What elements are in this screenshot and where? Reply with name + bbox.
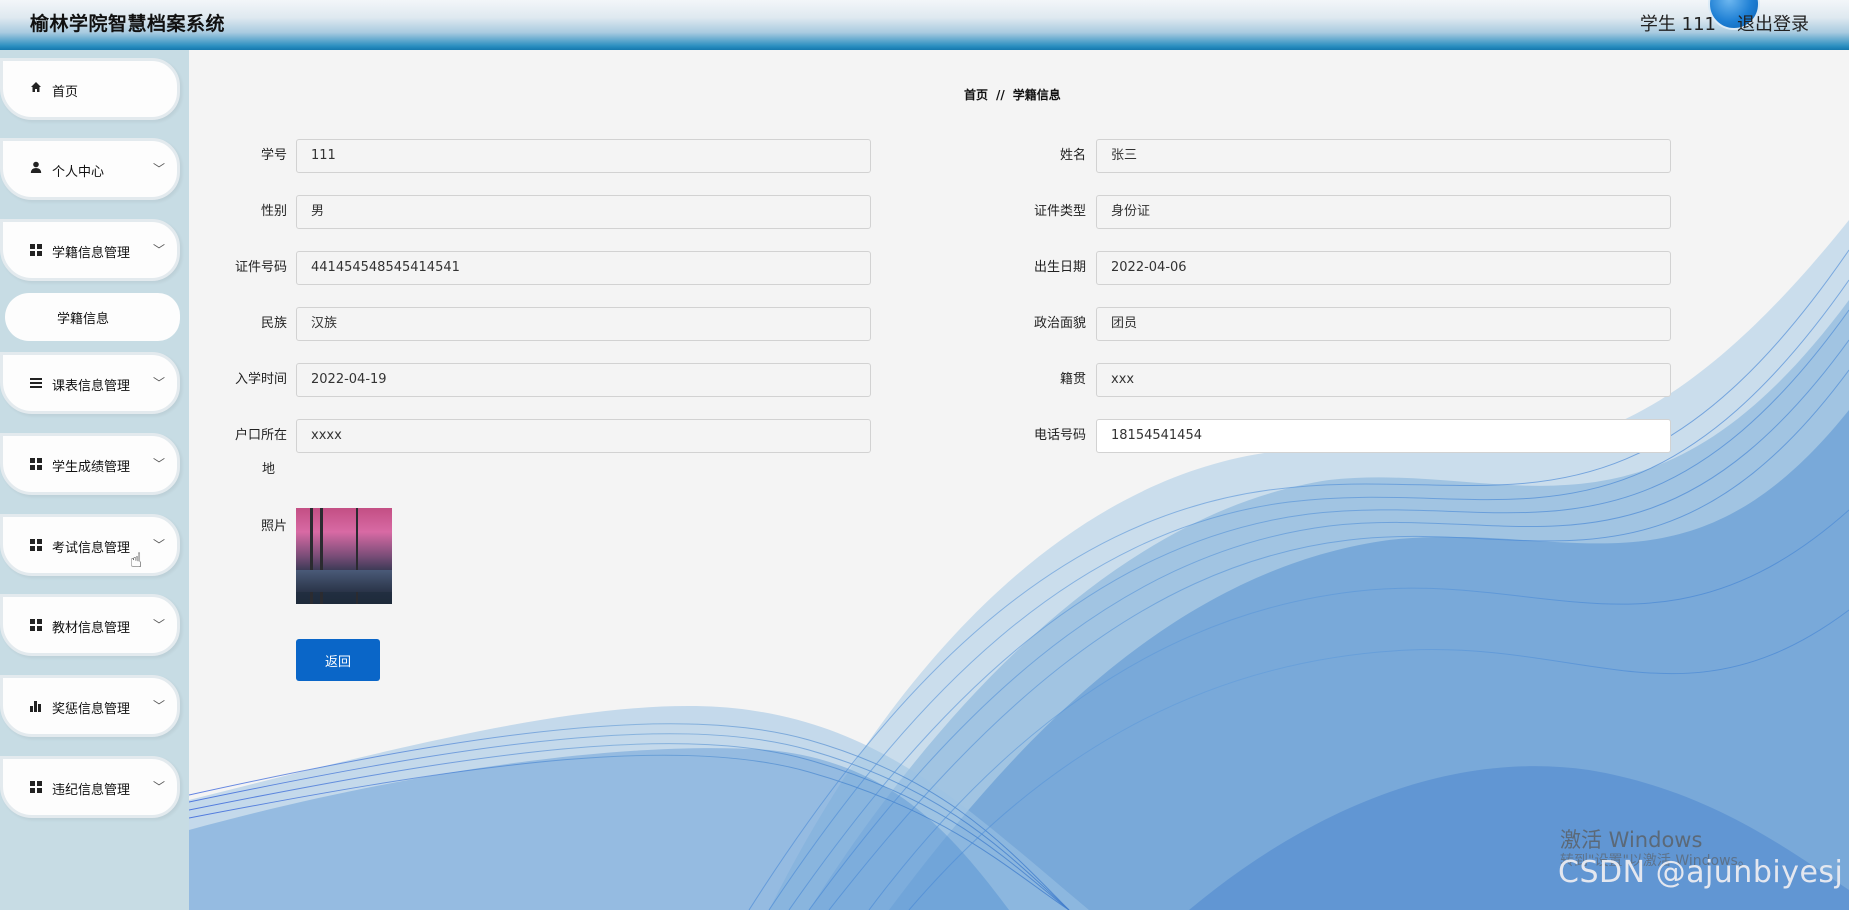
csdn-watermark: CSDN @ajunbiyesj: [1558, 855, 1844, 890]
id-type-label: 证件类型: [1033, 204, 1086, 219]
breadcrumb: 首页 // 学籍信息: [964, 86, 1061, 103]
enrollment-date-field[interactable]: 2022-04-19: [296, 363, 871, 397]
name-label: 姓名: [1059, 148, 1086, 163]
sidebar-item-label: 个人中心: [52, 165, 105, 180]
breadcrumb-current: 学籍信息: [1012, 88, 1061, 102]
native-place-label: 籍贯: [1059, 372, 1086, 387]
app-title: 榆林学院智慧档案系统: [30, 13, 226, 35]
grid-icon: [28, 242, 44, 258]
sidebar-item-textbooks[interactable]: 教材信息管理 ﹀: [0, 594, 180, 656]
sidebar-item-timetable[interactable]: 课表信息管理 ﹀: [0, 352, 180, 414]
breadcrumb-home[interactable]: 首页: [964, 88, 988, 102]
chevron-down-icon: ﹀: [152, 162, 165, 176]
home-icon: [28, 81, 44, 97]
id-number-field[interactable]: 441454548545414541: [296, 251, 871, 285]
sidebar-item-label: 学生成绩管理: [52, 460, 131, 475]
sidebar-item-rewards-penalties[interactable]: 奖惩信息管理 ﹀: [0, 675, 180, 737]
sidebar-item-label: 考试信息管理: [52, 541, 131, 556]
grid-icon: [28, 456, 44, 472]
sidebar-item-label: 课表信息管理: [52, 379, 131, 394]
chevron-down-icon: ﹀: [152, 243, 165, 257]
list-icon: [28, 375, 44, 391]
sidebar-item-home[interactable]: 首页: [0, 58, 180, 120]
id-type-field[interactable]: 身份证: [1096, 195, 1671, 229]
sidebar: 首页 个人中心 ﹀ 学籍信息管理 ﹀ 学籍信息 课表信息管理 ﹀ 学生成绩管理 …: [0, 50, 189, 910]
chevron-down-icon: ﹀: [152, 780, 165, 794]
sidebar-item-discipline[interactable]: 违纪信息管理 ﹀: [0, 756, 180, 818]
chevron-down-icon: ﹀: [152, 538, 165, 552]
ethnicity-field[interactable]: 汉族: [296, 307, 871, 341]
sidebar-item-label: 违纪信息管理: [52, 783, 131, 798]
household-location-label-line1: 户口所在: [234, 428, 287, 443]
sidebar-subitem-label: 学籍信息: [57, 312, 110, 327]
grid-icon: [28, 617, 44, 633]
birth-date-field[interactable]: 2022-04-06: [1096, 251, 1671, 285]
grid-icon: [28, 779, 44, 795]
logout-link[interactable]: 退出登录: [1737, 10, 1809, 36]
sidebar-item-label: 学籍信息管理: [52, 246, 131, 261]
top-header: 榆林学院智慧档案系统 学生 111 退出登录: [0, 0, 1849, 50]
sidebar-item-label: 奖惩信息管理: [52, 702, 131, 717]
sidebar-item-label: 首页: [52, 85, 79, 100]
native-place-field[interactable]: xxx: [1096, 363, 1671, 397]
sidebar-item-label: 教材信息管理: [52, 621, 131, 636]
chevron-down-icon: ﹀: [152, 699, 165, 713]
grid-icon: [28, 537, 44, 553]
ethnicity-label: 民族: [260, 316, 287, 331]
breadcrumb-separator: //: [996, 88, 1005, 102]
sidebar-item-grades[interactable]: 学生成绩管理 ﹀: [0, 433, 180, 495]
birth-date-label: 出生日期: [1033, 260, 1086, 275]
main-content: 首页 // 学籍信息 学号 111 性别 男 证件号码 44145454854541…: [189, 50, 1849, 910]
phone-label: 电话号码: [1033, 428, 1086, 443]
student-photo: [296, 508, 392, 604]
name-field[interactable]: 张三: [1096, 139, 1671, 173]
household-location-label: 户口所在 地: [189, 427, 287, 479]
sidebar-subitem-student-info[interactable]: 学籍信息: [5, 293, 180, 341]
sidebar-item-exams[interactable]: 考试信息管理 ﹀: [0, 514, 180, 576]
chevron-down-icon: ﹀: [152, 457, 165, 471]
enrollment-date-label: 入学时间: [234, 372, 287, 387]
chevron-down-icon: ﹀: [152, 376, 165, 390]
current-user-label: 学生 111: [1639, 14, 1716, 35]
student-id-field[interactable]: 111: [296, 139, 871, 173]
wave-background: [189, 220, 1849, 910]
back-button[interactable]: 返回: [296, 639, 380, 681]
gender-label: 性别: [260, 204, 287, 219]
photo-label: 照片: [260, 519, 287, 534]
sidebar-item-personal-center[interactable]: 个人中心 ﹀: [0, 138, 180, 200]
student-id-label: 学号: [260, 148, 287, 163]
gender-field[interactable]: 男: [296, 195, 871, 229]
id-number-label: 证件号码: [234, 260, 287, 275]
household-location-field[interactable]: xxxx: [296, 419, 871, 453]
user-icon: [28, 161, 44, 177]
political-status-label: 政治面貌: [1033, 316, 1086, 331]
hand-cursor-icon: ☝: [130, 548, 143, 572]
phone-field[interactable]: 18154541454: [1096, 419, 1671, 453]
household-location-label-line2: 地: [261, 462, 275, 477]
app-window: 榆林学院智慧档案系统 学生 111 退出登录 首页 个人中心 ﹀ 学籍信息管理 …: [0, 0, 1849, 910]
chevron-down-icon: ﹀: [152, 618, 165, 632]
bar-chart-icon: [28, 698, 44, 714]
political-status-field[interactable]: 团员: [1096, 307, 1671, 341]
sidebar-item-student-status[interactable]: 学籍信息管理 ﹀: [0, 219, 180, 281]
